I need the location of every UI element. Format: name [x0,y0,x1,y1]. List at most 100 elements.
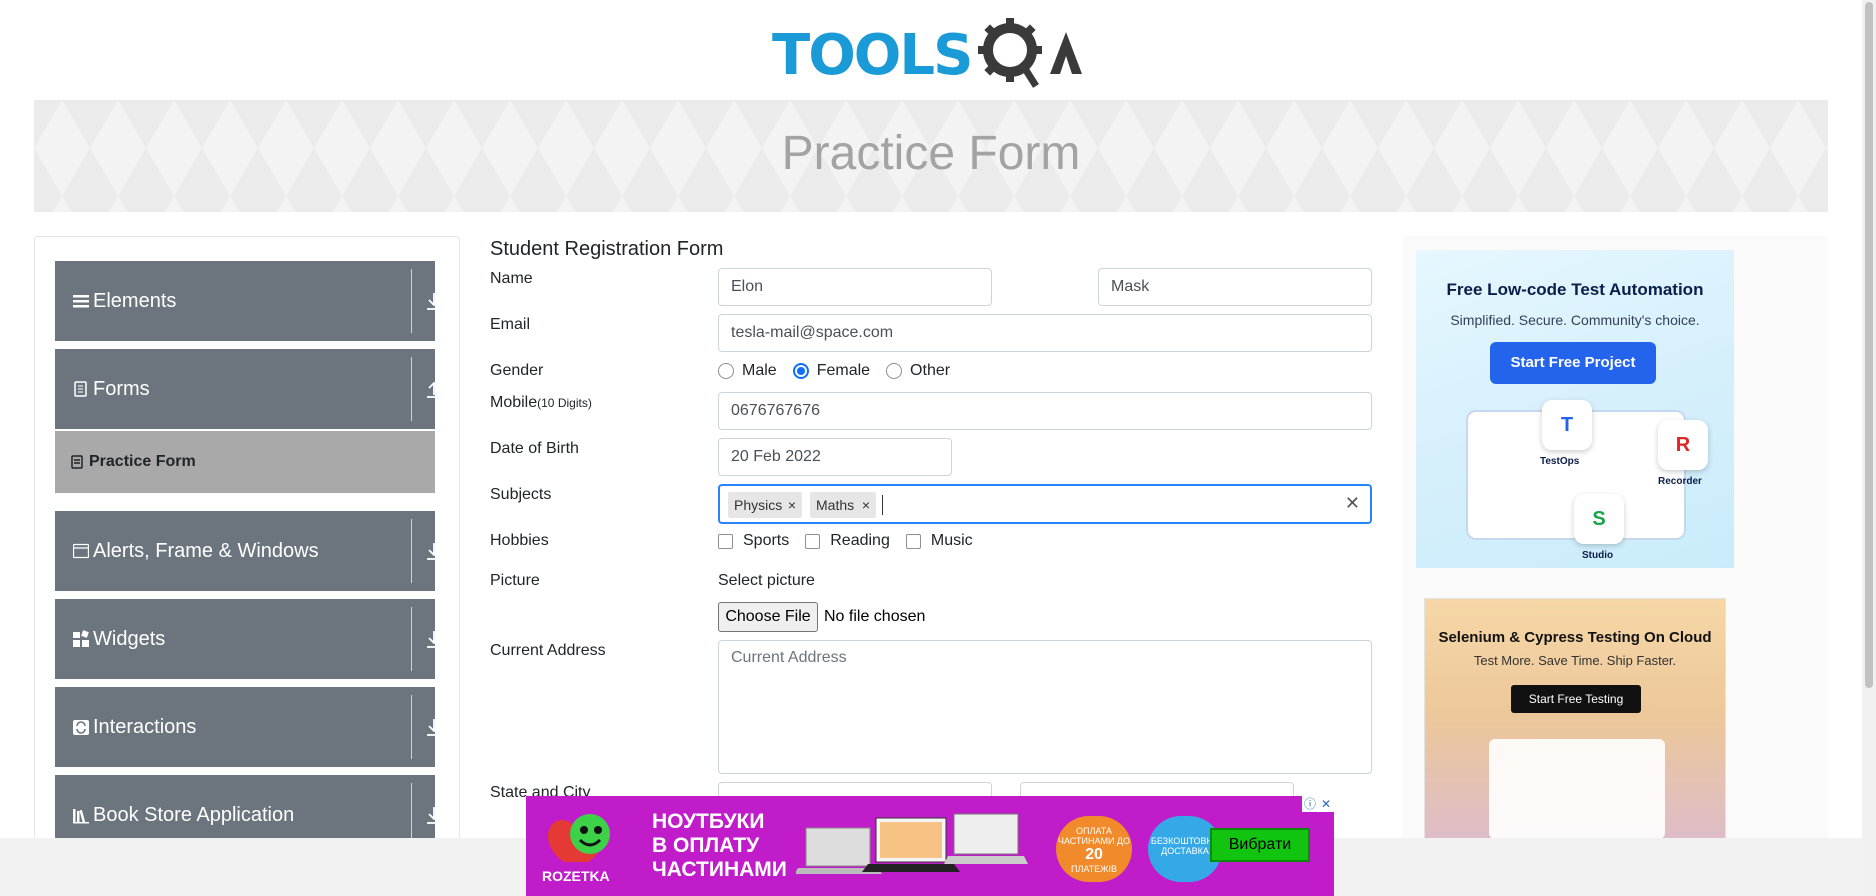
radio-label: Female [816,362,871,379]
studio-tile-icon: S [1574,494,1624,544]
checkbox-sports[interactable] [718,533,733,549]
checkbox-label: Reading [830,532,890,549]
start-free-project-button[interactable]: Start Free Project [1490,342,1656,384]
choose-button[interactable]: Вибрати [1210,828,1310,862]
window-icon [73,543,89,559]
checkbox-music[interactable] [905,533,921,549]
chevron-down-icon[interactable] [423,715,445,739]
menu-group-label: Alerts, Frame & Windows [93,540,319,562]
choose-file-button[interactable]: Choose File [718,602,818,632]
checkbox-label: Sports [743,532,790,549]
current-address-textarea[interactable]: Current Address [718,640,1372,774]
tile-label: Studio [1582,550,1614,561]
badge-text: ОПЛАТА ЧАСТИНАМИ ДО [1057,826,1131,846]
gender-female-option[interactable]: Female [792,362,871,380]
hobby-sports-option[interactable]: Sports [718,532,789,550]
menu-item-practice-form[interactable]: Practice Form [55,431,435,493]
divider [411,357,412,421]
bottom-banner-ad[interactable]: ROZETKA НОУТБУКИ В ОПЛАТУ ЧАСТИНАМИ ОПЛА… [526,796,1334,896]
radio-female[interactable] [792,363,809,379]
scrollbar-thumb[interactable] [1865,2,1873,688]
hobby-reading-option[interactable]: Reading [805,532,890,550]
menu-group-widgets[interactable]: Widgets [55,599,441,679]
tile-label: TestOps [1540,456,1580,467]
menu-item-label: Practice Form [89,453,196,470]
checkbox-label: Music [930,532,973,549]
form-title: Student Registration Form [490,238,724,260]
mobile-label-text: Mobile [490,394,538,411]
divider [411,695,412,759]
rozetka-mascot-icon [547,814,610,862]
ad-headline-line: ЧАСТИНАМИ [652,858,787,881]
ad-headline: НОУТБУКИ В ОПЛАТУ ЧАСТИНАМИ [652,810,787,882]
clear-icon[interactable]: ✕ [1345,493,1360,514]
laptops-illustration [796,813,1028,874]
interactions-icon [73,720,89,735]
ad-illustration [1489,739,1665,839]
menu-group-interactions[interactable]: Interactions [55,687,441,767]
email-label: Email [490,316,531,333]
badge-number: 20 [1085,846,1103,863]
chevron-down-icon[interactable] [423,539,445,563]
document-icon [74,381,87,397]
subjects-input[interactable]: Physics × Maths × ✕ [718,484,1372,524]
select-picture-label: Select picture [718,572,815,589]
ad-katalon[interactable]: Free Low-code Test Automation Simplified… [1416,250,1734,568]
start-free-testing-button[interactable]: Start Free Testing [1511,685,1641,713]
email-input[interactable]: tesla-mail@space.com [718,314,1372,352]
hobbies-label: Hobbies [490,532,549,549]
radio-male[interactable] [718,363,734,379]
left-menu: Elements Forms Practice Form Alerts, Fra… [34,236,460,896]
ad-headline-line: НОУТБУКИ [652,810,765,833]
subject-chip-label: Maths [816,497,855,513]
mobile-input[interactable]: 0676767676 [718,392,1372,430]
current-address-label: Current Address [490,642,606,659]
ad-close-icon[interactable]: ✕ [1318,796,1334,812]
page-title: Practice Form [781,127,1081,180]
badge-text: БЕЗКОШТОВНА ДОСТАВКА [1150,836,1220,856]
recorder-tile-icon: R [1658,420,1708,470]
subject-chip: Physics × [728,492,802,518]
date-of-birth-input[interactable]: 20 Feb 2022 [718,438,952,476]
menu-group-alerts[interactable]: Alerts, Frame & Windows [55,511,441,591]
remove-chip-icon[interactable]: × [782,492,802,518]
divider [411,269,412,333]
gender-label: Gender [490,362,544,379]
chevron-down-icon[interactable] [423,289,445,313]
page-scrollbar[interactable] [1862,0,1876,896]
chevron-down-icon[interactable] [423,803,445,827]
divider [411,607,412,671]
ad-info-icon[interactable]: ⓘ [1302,796,1318,812]
ad-title: Free Low-code Test Automation [1446,280,1704,299]
remove-chip-icon[interactable]: × [856,492,876,518]
hobby-music-option[interactable]: Music [905,532,973,550]
ad-subtitle: Simplified. Secure. Community's choice. [1450,312,1700,328]
menu-group-elements[interactable]: Elements [55,261,441,341]
installments-badge: ОПЛАТА ЧАСТИНАМИ ДО 20 ПЛАТЕЖІВ [1056,816,1132,882]
menu-group-forms[interactable]: Forms [55,349,441,429]
radio-label: Other [910,362,951,379]
gender-other-option[interactable]: Other [886,362,950,380]
badge-subtext: ПЛАТЕЖІВ [1071,864,1117,874]
books-icon [73,809,89,824]
toolsqa-logo[interactable]: TOOLS [770,14,1094,94]
ad-subtitle: Test More. Save Time. Ship Faster. [1473,653,1677,668]
gender-male-option[interactable]: Male [718,362,777,380]
chevron-down-icon[interactable] [423,627,445,651]
first-name-input[interactable]: Elon [718,268,992,306]
subject-chip-label: Physics [734,497,783,513]
radio-other[interactable] [886,363,903,379]
page-banner: Practice Form [34,100,1828,212]
last-name-input[interactable]: Mask [1098,268,1372,306]
tile-label: Recorder [1658,476,1702,487]
file-status: No file chosen [824,608,926,625]
dob-label: Date of Birth [490,440,579,457]
gender-radio-group: Male Female Other [718,362,966,380]
menu-group-label: Widgets [93,628,166,650]
chevron-up-icon[interactable] [423,377,445,401]
radio-label: Male [742,362,777,379]
picture-label: Picture [490,572,540,589]
form-icon [71,455,83,469]
ad-headline-line: В ОПЛАТУ [652,834,760,857]
checkbox-reading[interactable] [805,533,821,549]
